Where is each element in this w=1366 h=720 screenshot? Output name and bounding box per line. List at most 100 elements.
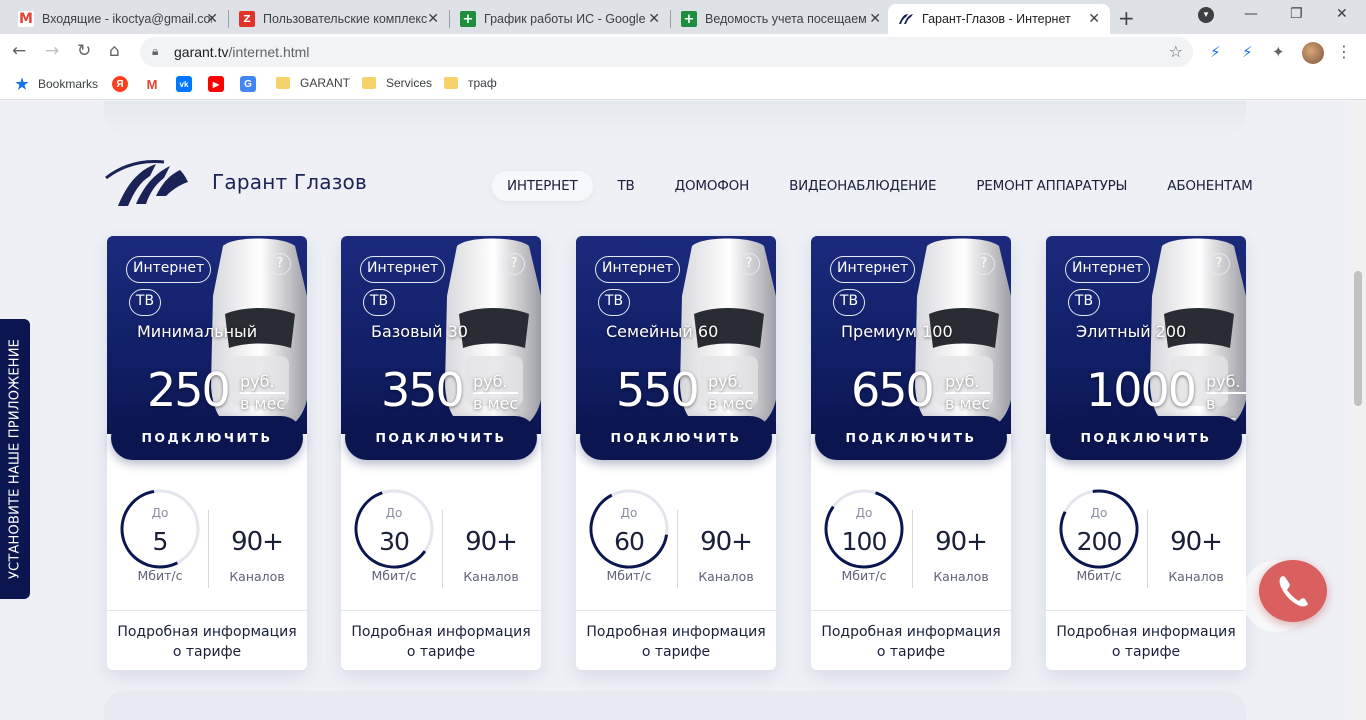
- bookmark-folder-traf[interactable]: траф: [444, 76, 497, 90]
- garant-logo-icon: [105, 160, 188, 206]
- bookmark-folder-garant[interactable]: GARANT: [276, 76, 350, 90]
- tariff-details-link[interactable]: Подробная информация о тарифе: [817, 622, 1005, 662]
- nav-internet[interactable]: ИНТЕРНЕТ: [492, 171, 593, 201]
- connect-button[interactable]: ПОДКЛЮЧИТЬ: [580, 416, 772, 460]
- tab-sheets-attendance[interactable]: + Ведомость учета посещаем ✕: [671, 4, 891, 34]
- bookmark-yandex[interactable]: Я: [112, 76, 136, 92]
- tab-sheets-schedule[interactable]: + График работы ИС - Google ✕: [450, 4, 670, 34]
- price-period: в мес: [240, 394, 286, 413]
- forward-icon[interactable]: →: [45, 41, 59, 61]
- nav-repair[interactable]: РЕМОНТ АППАРАТУРЫ: [961, 171, 1142, 201]
- close-window-icon[interactable]: ✕: [1336, 6, 1348, 22]
- brand-name: Гарант Глазов: [212, 170, 367, 194]
- price-currency: руб.: [240, 373, 286, 394]
- close-tab-icon[interactable]: ✕: [1088, 11, 1100, 27]
- connect-button[interactable]: ПОДКЛЮЧИТЬ: [815, 416, 1007, 460]
- tag-internet: Интернет: [126, 256, 212, 283]
- menu-kebab-icon[interactable]: ⋮: [1336, 42, 1352, 61]
- home-icon[interactable]: ⌂: [109, 41, 120, 61]
- close-tab-icon[interactable]: ✕: [206, 11, 218, 27]
- channels-value: 90+: [1170, 527, 1223, 557]
- nav-subscribers[interactable]: АБОНЕНТАМ: [1152, 171, 1267, 201]
- browser-toolbar: ← → ↻ ⌂ 🔒︎ garant.tv/internet.html ☆ ⚡ ⚡…: [0, 34, 1366, 70]
- channels-value: 90+: [231, 527, 284, 557]
- tab-search-icon[interactable]: ▾: [1198, 7, 1214, 23]
- channels-value: 90+: [935, 527, 988, 557]
- connect-button[interactable]: ПОДКЛЮЧИТЬ: [1050, 416, 1242, 460]
- speed-gauge: До 5 Мбит/с: [115, 484, 205, 583]
- bookmark-label: GARANT: [300, 76, 351, 90]
- close-tab-icon[interactable]: ✕: [427, 11, 439, 27]
- speed-gauge: До 200 Мбит/с: [1054, 484, 1144, 583]
- extension-lightning-icon[interactable]: ⚡: [1210, 43, 1221, 61]
- channels-unit: Каналов: [698, 569, 754, 584]
- bookmark-bookmarks[interactable]: ★ Bookmarks: [14, 76, 98, 93]
- tab-zoho[interactable]: Z Пользовательские комплекс ✕: [229, 4, 449, 34]
- call-button[interactable]: [1241, 558, 1337, 632]
- lock-icon[interactable]: 🔒︎: [152, 44, 158, 59]
- help-icon[interactable]: ?: [269, 253, 291, 275]
- tariff-details-link[interactable]: Подробная информация о тарифе: [1052, 622, 1240, 662]
- bookmark-folder-services[interactable]: Services: [362, 76, 432, 90]
- tariff-details-link[interactable]: Подробная информация о тарифе: [347, 622, 535, 662]
- tariff-card: Интернет ТВ ? Базовый 30 350 руб. в мес …: [341, 236, 541, 670]
- gmail-icon: M: [18, 11, 34, 27]
- nav-tv[interactable]: ТВ: [603, 171, 650, 201]
- profile-avatar[interactable]: [1302, 42, 1324, 64]
- help-icon[interactable]: ?: [738, 253, 760, 275]
- extension-lightning-icon[interactable]: ⚡: [1242, 43, 1253, 61]
- bookmark-youtube[interactable]: ▶: [208, 76, 232, 92]
- help-icon[interactable]: ?: [503, 253, 525, 275]
- divider: [341, 610, 541, 611]
- tariff-name: Элитный 200: [1076, 322, 1187, 341]
- price-currency: руб.: [473, 373, 519, 394]
- reload-icon[interactable]: ↻: [77, 41, 91, 61]
- connect-button[interactable]: ПОДКЛЮЧИТЬ: [111, 416, 303, 460]
- new-tab-icon[interactable]: +: [1118, 6, 1135, 30]
- extensions-puzzle-icon[interactable]: ✦: [1272, 43, 1285, 61]
- maximize-icon[interactable]: ❐: [1290, 6, 1303, 22]
- bookmark-vk[interactable]: vk: [176, 76, 200, 92]
- close-tab-icon[interactable]: ✕: [648, 11, 660, 27]
- price-period: в мес: [708, 394, 754, 413]
- help-icon[interactable]: ?: [1208, 253, 1230, 275]
- tariff-details-link[interactable]: Подробная информация о тарифе: [113, 622, 301, 662]
- close-tab-icon[interactable]: ✕: [869, 11, 881, 27]
- back-icon[interactable]: ←: [12, 41, 26, 61]
- divider: [677, 510, 678, 588]
- tariff-hero: Интернет ТВ ? Семейный 60 550 руб. в мес: [576, 236, 776, 434]
- scrollbar-thumb[interactable]: [1354, 271, 1362, 406]
- connect-button[interactable]: ПОДКЛЮЧИТЬ: [345, 416, 537, 460]
- help-icon[interactable]: ?: [973, 253, 995, 275]
- speed-gauge: До 60 Мбит/с: [584, 484, 674, 583]
- bookmark-star-icon[interactable]: ☆: [1169, 42, 1183, 61]
- tariff-details-link[interactable]: Подробная информация о тарифе: [582, 622, 770, 662]
- tariff-hero: Интернет ТВ ? Минимальный 250 руб. в мес: [107, 236, 307, 434]
- folder-icon: [276, 77, 290, 89]
- folder-icon: [444, 77, 458, 89]
- bookmark-label: траф: [468, 76, 497, 90]
- minimize-icon[interactable]: —: [1244, 6, 1258, 22]
- tab-garant[interactable]: Гарант-Глазов - Интернет ✕: [888, 4, 1110, 34]
- bookmark-translate[interactable]: G: [240, 76, 264, 92]
- tariff-hero: Интернет ТВ ? Премиум 100 650 руб. в мес: [811, 236, 1011, 434]
- tab-gmail[interactable]: M Входящие - ikoctya@gmail.com ✕: [8, 4, 228, 34]
- price-currency: руб.: [1206, 373, 1246, 394]
- nav-video-surveillance[interactable]: ВИДЕОНАБЛЮДЕНИЕ: [774, 171, 951, 201]
- sheets-icon: +: [460, 11, 476, 27]
- bookmark-gmail[interactable]: M: [144, 76, 168, 92]
- site-logo[interactable]: Гарант Глазов: [104, 156, 367, 208]
- speed-value: 60: [614, 527, 645, 556]
- speed-value: 100: [841, 527, 888, 556]
- tag-internet: Интернет: [595, 256, 681, 283]
- nav-intercom[interactable]: ДОМОФОН: [660, 171, 764, 201]
- page-scrollbar[interactable]: [1350, 101, 1366, 720]
- url-host: garant.tv: [174, 44, 229, 60]
- tariff-card: Интернет ТВ ? Минимальный 250 руб. в мес…: [107, 236, 307, 670]
- youtube-icon: ▶: [208, 76, 224, 92]
- address-bar[interactable]: 🔒︎ garant.tv/internet.html ☆: [140, 37, 1193, 67]
- install-app-banner[interactable]: УСТАНОВИТЕ НАШЕ ПРИЛОЖЕНИЕ: [0, 319, 30, 599]
- next-section-edge: [104, 691, 1246, 720]
- tariff-price: 550: [616, 363, 700, 417]
- channels-unit: Каналов: [463, 569, 519, 584]
